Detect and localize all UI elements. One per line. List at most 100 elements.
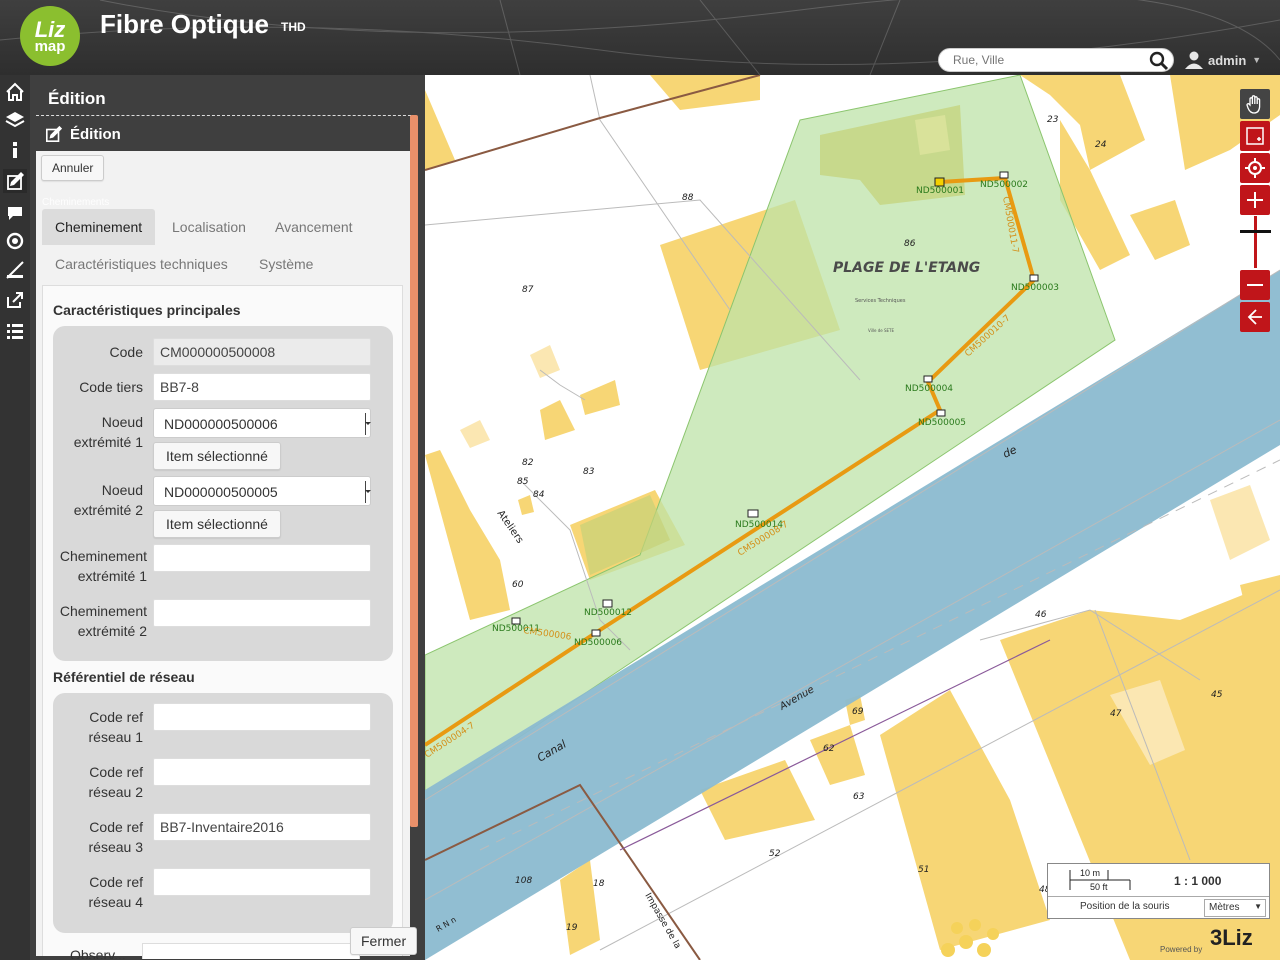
cheminement-1-label: Cheminement extrémité 1 — [37, 546, 147, 586]
minus-icon — [1247, 284, 1263, 286]
observation-field[interactable] — [142, 943, 360, 959]
user-icon — [1185, 51, 1203, 69]
cheminement-2-label-a: Cheminement — [59, 603, 147, 619]
svg-text:63: 63 — [853, 792, 865, 802]
item-selected-button-2[interactable]: Item sélectionné — [153, 510, 281, 538]
fieldset-ref: Code ref réseau 1 Code ref réseau 2 Code… — [53, 693, 393, 933]
svg-text:87: 87 — [522, 285, 534, 295]
node-selected — [934, 177, 945, 187]
svg-text:51: 51 — [918, 865, 929, 875]
noeud-2-label-b: extrémité 2 — [73, 502, 143, 518]
services-label: Services Techniques — [855, 298, 906, 304]
map-canvas[interactable]: 143 88 87 86 23 24 82 83 85 84 60 46 45 … — [425, 75, 1280, 960]
chevron-down-icon — [365, 481, 371, 503]
cheminement-1-field[interactable] — [153, 544, 371, 572]
edition-dock: Édition Édition Annuler Cheminements Che… — [30, 75, 425, 960]
list-button[interactable] — [3, 319, 27, 343]
lizmap-logo[interactable]: Liz map — [20, 6, 80, 66]
fieldset-main: Code Code tiers Noeud extrémité 1 ND0000… — [53, 326, 393, 661]
tab-cheminement[interactable]: Cheminement — [42, 209, 156, 245]
item-selected-button-1[interactable]: Item sélectionné — [153, 442, 281, 470]
user-menu[interactable]: admin ▼ — [1184, 50, 1261, 70]
tab-localisation[interactable]: Localisation — [159, 209, 259, 245]
layer-label: Cheminements — [42, 197, 110, 208]
ref-1-field[interactable] — [153, 703, 371, 731]
info-button[interactable] — [3, 138, 27, 162]
locate-button[interactable] — [3, 229, 27, 253]
tab-caracteristiques-techniques[interactable]: Caractéristiques techniques — [42, 246, 241, 282]
chevron-down-icon — [365, 413, 371, 435]
ref-3-label-b: réseau 3 — [88, 839, 143, 855]
mouse-position-label: Position de la souris — [1080, 901, 1170, 912]
search-input[interactable] — [953, 53, 1143, 67]
map-base-layer: 143 88 87 86 23 24 82 83 85 84 60 46 45 … — [425, 75, 1280, 960]
ville-label: Ville de SETE — [868, 328, 894, 333]
code-label: Code — [109, 344, 143, 360]
observation-label: Observ... — [70, 947, 126, 959]
svg-text:86: 86 — [904, 239, 916, 249]
ref-4-label: Code ref réseau 4 — [43, 872, 143, 912]
left-toolbar — [0, 75, 30, 960]
tab-avancement[interactable]: Avancement — [262, 209, 366, 245]
units-value: Mètres — [1209, 902, 1240, 913]
noeud-2-select[interactable]: ND000000500005 — [153, 476, 371, 506]
dock-scrollbar[interactable] — [410, 115, 418, 827]
zoom-out-button[interactable] — [1240, 270, 1270, 300]
svg-text:24: 24 — [1095, 140, 1107, 150]
noeud-2-label: Noeud extrémité 2 — [43, 480, 143, 520]
3liz-logo[interactable]: 3Liz — [1210, 925, 1253, 951]
code-tiers-field[interactable] — [153, 373, 371, 401]
ref-2-field[interactable] — [153, 758, 371, 786]
zoom-box-button[interactable] — [1240, 121, 1270, 151]
section-main-title: Caractéristiques principales — [53, 302, 241, 318]
ref-3-label: Code ref réseau 3 — [43, 817, 143, 857]
zoom-in-button[interactable] — [1240, 185, 1270, 215]
share-button[interactable] — [3, 288, 27, 312]
noeud-1-select[interactable]: ND000000500006 — [153, 408, 371, 438]
scale-imperial: 50 ft — [1090, 882, 1108, 892]
ref-1-label-a: Code ref — [89, 709, 143, 725]
layers-button[interactable] — [3, 108, 27, 132]
pan-button[interactable] — [1240, 89, 1270, 119]
ref-3-field[interactable] — [153, 813, 371, 841]
logo-text-2: map — [34, 37, 66, 55]
app-title: Fibre Optique — [100, 9, 269, 39]
noeud-1-value: ND000000500006 — [164, 416, 278, 432]
edition-subtitle: Édition — [44, 125, 121, 143]
app-subtitle: THD — [281, 20, 306, 34]
locate-icon — [6, 232, 24, 250]
home-button[interactable] — [3, 80, 27, 104]
cheminement-2-label-b: extrémité 2 — [77, 623, 147, 639]
scale-divider — [1048, 896, 1269, 897]
zoom-slider[interactable] — [1254, 216, 1257, 268]
edition-icon — [7, 172, 24, 190]
edition-button[interactable] — [3, 169, 27, 193]
measure-button[interactable] — [3, 258, 27, 282]
search-box[interactable] — [938, 48, 1174, 72]
previous-extent-button[interactable] — [1240, 302, 1270, 332]
comment-button[interactable] — [3, 201, 27, 225]
code-field[interactable] — [153, 338, 371, 366]
scale-metric: 10 m — [1080, 868, 1101, 878]
tab-systeme[interactable]: Système — [246, 246, 326, 282]
impasse-label: Impasse de la — [642, 892, 682, 951]
zoom-slider-handle[interactable] — [1240, 230, 1271, 233]
close-button[interactable]: Fermer — [350, 927, 418, 955]
search-icon[interactable] — [1149, 51, 1169, 71]
svg-text:18: 18 — [593, 879, 605, 889]
cheminement-2-field[interactable] — [153, 599, 371, 627]
boundary-line — [425, 75, 761, 171]
noeud-2-label-a: Noeud — [101, 482, 143, 498]
node-label-6: ND500006 — [574, 638, 622, 648]
measure-icon — [6, 261, 24, 279]
node-label-1: ND500001 — [916, 186, 964, 196]
ref-4-field[interactable] — [153, 868, 371, 896]
ref-2-label-b: réseau 2 — [88, 784, 143, 800]
share-icon — [7, 292, 23, 308]
units-select[interactable]: Mètres ▼ — [1204, 899, 1266, 917]
cancel-button[interactable]: Annuler — [41, 155, 105, 181]
layers-icon — [5, 112, 25, 128]
cheminement-1-label-a: Cheminement — [59, 548, 147, 564]
geolocate-button[interactable] — [1240, 153, 1270, 183]
svg-text:82: 82 — [522, 458, 534, 468]
